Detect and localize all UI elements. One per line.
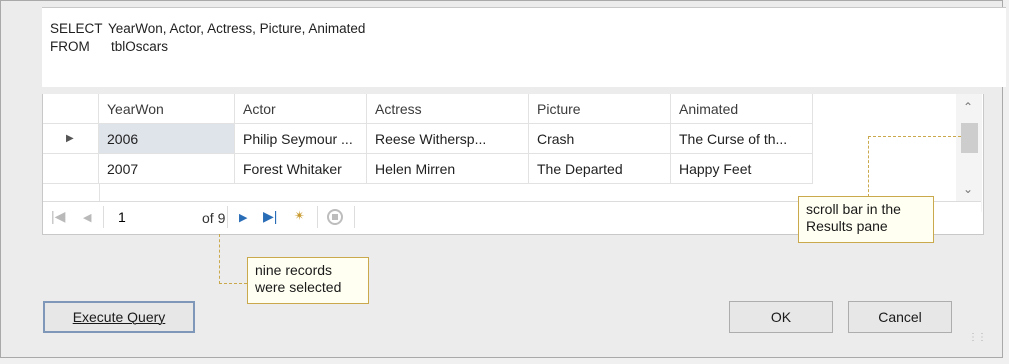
- ok-button[interactable]: OK: [729, 301, 833, 333]
- scroll-thumb[interactable]: [961, 123, 978, 153]
- first-record-icon[interactable]: |◀: [51, 208, 65, 225]
- sql-from-line: FROM tblOscars: [50, 39, 168, 54]
- cell-actor[interactable]: Forest Whitaker: [235, 154, 367, 184]
- cell-animated[interactable]: Happy Feet: [671, 154, 813, 184]
- scrollbar-callout: scroll bar in the Results pane: [798, 196, 934, 243]
- execute-query-button[interactable]: Execute Query: [43, 301, 195, 333]
- sql-from-keyword: FROM: [50, 39, 90, 54]
- stop-icon[interactable]: [327, 209, 343, 225]
- nav-divider: [317, 206, 318, 228]
- nav-divider: [354, 206, 355, 228]
- record-count: of 9: [202, 210, 226, 226]
- next-record-icon[interactable]: ▶: [239, 211, 247, 224]
- scroll-up-icon[interactable]: ⌃: [963, 100, 973, 114]
- column-header-picture[interactable]: Picture: [529, 94, 671, 124]
- column-header-actor[interactable]: Actor: [235, 94, 367, 124]
- column-header-yearwon[interactable]: YearWon: [99, 94, 235, 124]
- records-callout-leader-h: [219, 283, 247, 284]
- row-header-corner: [43, 94, 99, 124]
- cell-picture[interactable]: Crash: [529, 124, 671, 154]
- previous-record-icon[interactable]: ◀: [83, 211, 91, 224]
- column-header-animated[interactable]: Animated: [671, 94, 813, 124]
- query-dialog: SELECT YearWon, Actor, Actress, Picture, …: [0, 0, 1006, 358]
- cell-actress[interactable]: Reese Withersp...: [367, 124, 529, 154]
- scroll-down-icon[interactable]: ⌄: [963, 182, 973, 196]
- new-record-icon[interactable]: ✴: [294, 208, 305, 224]
- cancel-button[interactable]: Cancel: [848, 301, 952, 333]
- sql-select-fields: YearWon, Actor, Actress, Picture, Animat…: [108, 21, 366, 36]
- row-selector[interactable]: ▶: [43, 124, 99, 154]
- sql-select-line: SELECT YearWon, Actor, Actress, Picture, …: [50, 21, 365, 36]
- ok-label: OK: [770, 309, 792, 325]
- nav-divider: [227, 206, 228, 228]
- resize-grip-icon[interactable]: ⋮⋮: [968, 332, 987, 343]
- records-callout-leader-v: [219, 234, 220, 284]
- records-callout: nine records were selected: [247, 257, 369, 304]
- cell-yearwon[interactable]: 2007: [99, 154, 235, 184]
- execute-query-label: Execute Query: [72, 309, 166, 325]
- cell-actress[interactable]: Helen Mirren: [367, 154, 529, 184]
- cell-yearwon[interactable]: 2006: [99, 124, 235, 154]
- cell-picture[interactable]: The Departed: [529, 154, 671, 184]
- current-row-arrow-icon: ▶: [66, 133, 74, 144]
- sql-select-keyword: SELECT: [50, 21, 103, 36]
- cell-actor[interactable]: Philip Seymour ...: [235, 124, 367, 154]
- sql-pane[interactable]: SELECT YearWon, Actor, Actress, Picture, …: [42, 7, 1006, 87]
- cancel-label: Cancel: [878, 309, 922, 325]
- column-header-actress[interactable]: Actress: [367, 94, 529, 124]
- sql-from-table: tblOscars: [111, 39, 169, 54]
- row-selector[interactable]: [43, 154, 99, 184]
- last-record-icon[interactable]: ▶|: [263, 208, 277, 225]
- cell-animated[interactable]: The Curse of th...: [671, 124, 813, 154]
- nav-divider: [103, 206, 104, 228]
- scrollbar-callout-leader: [868, 136, 961, 197]
- table-row-partial: [43, 184, 813, 201]
